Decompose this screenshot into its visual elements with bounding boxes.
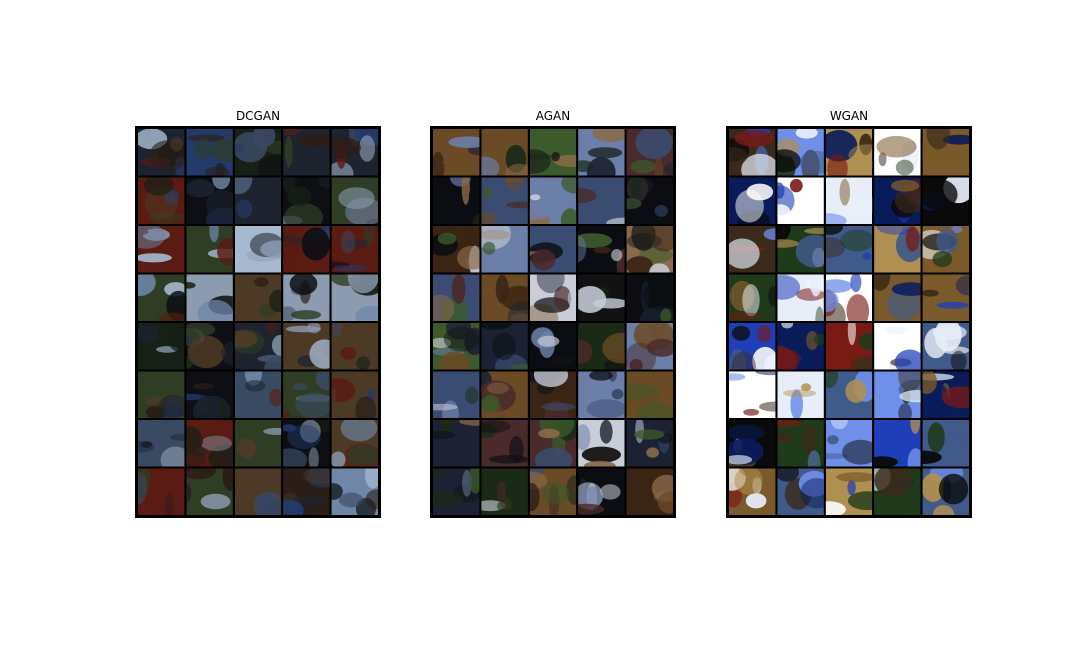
- sample-tile: [626, 468, 674, 515]
- sample-tile: [283, 371, 330, 418]
- sample-tile: [331, 468, 379, 515]
- sample-tile: [922, 129, 970, 176]
- sample-grid-wgan: [726, 126, 972, 518]
- sample-tile: [529, 323, 577, 370]
- sample-tile: [578, 468, 625, 515]
- sample-tile: [626, 226, 674, 273]
- sample-tile: [234, 274, 282, 321]
- sample-tile: [331, 177, 379, 224]
- sample-tile: [283, 226, 330, 273]
- sample-tile: [777, 468, 824, 515]
- sample-tile: [578, 274, 625, 321]
- sample-grid-image-wgan: [729, 129, 970, 515]
- sample-tile: [234, 371, 282, 418]
- sample-tile: [578, 371, 625, 418]
- sample-tile: [729, 420, 776, 467]
- sample-tile: [481, 226, 528, 273]
- sample-tile: [922, 274, 970, 321]
- sample-grid-agan: [430, 126, 676, 518]
- sample-tile: [922, 371, 970, 418]
- sample-tile: [626, 420, 673, 467]
- sample-tile: [331, 371, 378, 418]
- sample-grid-image-agan: [433, 129, 674, 515]
- sample-grid-image-dcgan: [138, 129, 379, 515]
- sample-tile: [729, 274, 776, 321]
- sample-tile: [433, 177, 480, 224]
- panel-title-agan: AGAN: [535, 109, 571, 123]
- sample-tile: [283, 177, 330, 224]
- sample-tile: [138, 420, 185, 467]
- sample-tile: [186, 177, 233, 224]
- sample-tile: [529, 226, 577, 273]
- sample-tile: [729, 226, 776, 273]
- sample-tile: [729, 177, 776, 224]
- sample-tile: [922, 226, 970, 273]
- sample-tile: [874, 323, 921, 370]
- sample-tile: [138, 226, 185, 273]
- sample-tile: [578, 420, 625, 467]
- sample-tile: [433, 226, 480, 273]
- sample-tile: [138, 129, 185, 176]
- sample-tile: [481, 420, 528, 467]
- sample-tile: [433, 274, 480, 321]
- sample-tile: [481, 323, 528, 370]
- sample-tile: [138, 274, 185, 321]
- sample-tile: [874, 129, 921, 176]
- sample-tile: [578, 226, 625, 273]
- sample-tile: [729, 468, 776, 515]
- sample-tile: [186, 274, 233, 321]
- sample-tile: [331, 420, 379, 467]
- sample-tile: [186, 468, 233, 515]
- sample-tile: [433, 371, 480, 418]
- sample-tile: [433, 468, 480, 515]
- sample-tile: [777, 371, 824, 418]
- sample-tile: [825, 226, 873, 273]
- sample-grid-dcgan: [135, 126, 381, 518]
- sample-tile: [825, 371, 873, 418]
- sample-tile: [283, 323, 330, 370]
- sample-tile: [922, 323, 970, 370]
- sample-tile: [138, 468, 185, 515]
- sample-tile: [626, 323, 674, 370]
- sample-tile: [922, 177, 970, 224]
- sample-tile: [234, 420, 282, 467]
- sample-tile: [186, 323, 233, 370]
- sample-tile: [331, 323, 378, 370]
- sample-tile: [777, 177, 824, 224]
- panel-title-wgan: WGAN: [829, 109, 869, 123]
- sample-tile: [922, 468, 969, 515]
- sample-tile: [283, 129, 330, 176]
- panel-title-dcgan: DCGAN: [235, 109, 281, 123]
- sample-tile: [729, 129, 776, 176]
- sample-tile: [825, 420, 873, 467]
- sample-tile: [138, 177, 185, 224]
- sample-tile: [481, 468, 528, 515]
- sample-tile: [433, 323, 480, 370]
- sample-tile: [283, 274, 330, 321]
